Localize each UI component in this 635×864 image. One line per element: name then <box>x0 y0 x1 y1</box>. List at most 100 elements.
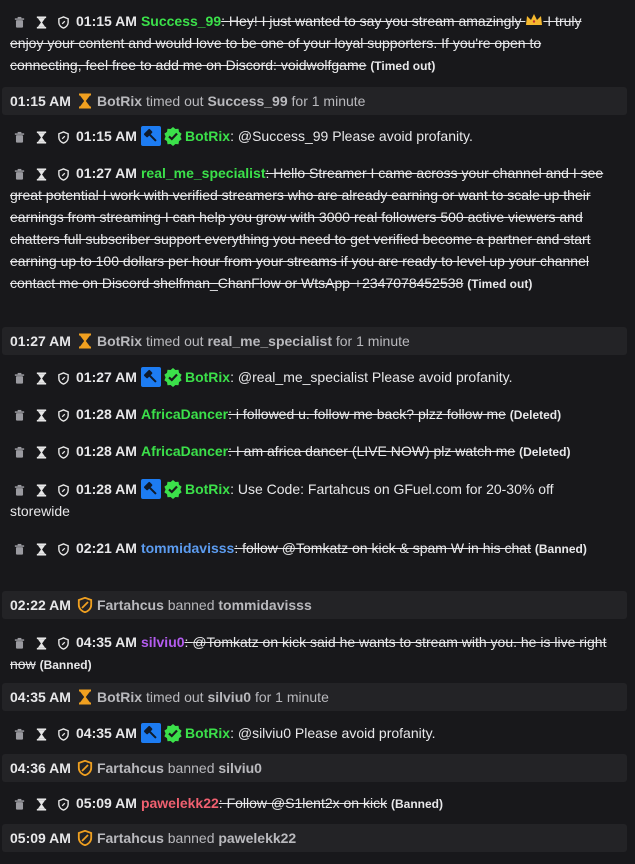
event-actor[interactable]: BotRix <box>97 333 142 349</box>
message-text: @Success_99 Please avoid profanity. <box>237 128 473 144</box>
event-target[interactable]: pawelekk22 <box>218 830 296 846</box>
message-time: 01:27 AM <box>76 165 137 181</box>
shield-icon[interactable] <box>54 131 72 144</box>
mod-event-row: 01:15 AM BotRix timed out Success_99 for … <box>2 87 627 115</box>
hourglass-icon[interactable] <box>32 446 50 459</box>
mod-event-row: 01:27 AM BotRix timed out real_me_special… <box>2 327 627 355</box>
message-text: : Follow @S1lent2x on kick <box>218 795 388 811</box>
event-action: timed out <box>145 333 204 349</box>
moderator-badge-icon <box>141 479 161 499</box>
username[interactable]: AfricaDancer <box>141 443 228 459</box>
event-time: 01:27 AM <box>10 333 71 349</box>
event-target[interactable]: real_me_specialist <box>207 333 332 349</box>
verified-badge-icon <box>163 367 183 387</box>
trash-icon[interactable] <box>10 372 28 385</box>
chat-log: 01:15 AM Success_99: Hey! I just wanted t… <box>0 0 635 864</box>
timeout-icon <box>77 93 93 109</box>
trash-icon[interactable] <box>10 16 28 29</box>
shield-icon[interactable] <box>54 543 72 556</box>
trash-icon[interactable] <box>10 131 28 144</box>
event-actor[interactable]: Fartahcus <box>97 830 164 846</box>
trash-icon[interactable] <box>10 168 28 181</box>
mod-event-row: 05:09 AM Fartahcus banned pawelekk22 <box>2 824 627 852</box>
username[interactable]: BotRix <box>185 725 230 741</box>
event-target[interactable]: silviu0 <box>207 689 251 705</box>
trash-icon[interactable] <box>10 728 28 741</box>
hourglass-icon[interactable] <box>32 728 50 741</box>
moderation-tag: (Banned) <box>534 542 587 556</box>
event-action: timed out <box>145 93 204 109</box>
hourglass-icon[interactable] <box>32 484 50 497</box>
timeout-icon <box>77 689 93 705</box>
moderation-tag: (Banned) <box>390 797 443 811</box>
hourglass-icon[interactable] <box>32 543 50 556</box>
hourglass-icon[interactable] <box>32 637 50 650</box>
event-actor[interactable]: BotRix <box>97 689 142 705</box>
event-target[interactable]: tommidavisss <box>218 597 311 613</box>
hourglass-icon[interactable] <box>32 798 50 811</box>
shield-icon[interactable] <box>54 372 72 385</box>
hourglass-icon[interactable] <box>32 168 50 181</box>
mod-event-row: 02:22 AM Fartahcus banned tommidavisss <box>2 591 627 619</box>
username[interactable]: pawelekk22 <box>141 795 219 811</box>
event-actor[interactable]: Fartahcus <box>97 760 164 776</box>
chat-message: 01:15 AM BotRix: @Success_99 Please avoid… <box>10 125 612 147</box>
message-text: @silviu0 Please avoid profanity. <box>237 725 436 741</box>
message-time: 02:21 AM <box>76 540 137 556</box>
message-text: @real_me_specialist Please avoid profani… <box>237 369 513 385</box>
username[interactable]: real_me_specialist <box>141 165 266 181</box>
message-time: 01:27 AM <box>76 369 137 385</box>
shield-icon[interactable] <box>54 728 72 741</box>
verified-badge-icon <box>163 126 183 146</box>
chat-message: 01:27 AM BotRix: @real_me_specialist Plea… <box>10 366 612 388</box>
hourglass-icon[interactable] <box>32 372 50 385</box>
event-target[interactable]: Success_99 <box>207 93 287 109</box>
shield-icon[interactable] <box>54 16 72 29</box>
shield-icon[interactable] <box>54 484 72 497</box>
event-time: 01:15 AM <box>10 93 71 109</box>
event-time: 02:22 AM <box>10 597 71 613</box>
mod-event-row: 04:35 AM BotRix timed out silviu0 for 1 m… <box>2 683 627 711</box>
ban-icon <box>77 830 93 846</box>
trash-icon[interactable] <box>10 446 28 459</box>
chat-message: 04:35 AM BotRix: @silviu0 Please avoid pr… <box>10 722 612 744</box>
event-target[interactable]: silviu0 <box>218 760 262 776</box>
trash-icon[interactable] <box>10 409 28 422</box>
hourglass-icon[interactable] <box>32 131 50 144</box>
username[interactable]: BotRix <box>185 369 230 385</box>
username[interactable]: BotRix <box>185 481 230 497</box>
message-time: 04:35 AM <box>76 634 137 650</box>
verified-badge-icon <box>163 479 183 499</box>
hourglass-icon[interactable] <box>32 16 50 29</box>
username[interactable]: Success_99 <box>141 13 221 29</box>
trash-icon[interactable] <box>10 637 28 650</box>
moderation-tag: (Timed out) <box>467 277 533 291</box>
shield-icon[interactable] <box>54 409 72 422</box>
moderation-tag: (Deleted) <box>509 408 562 422</box>
event-action: timed out <box>145 689 204 705</box>
username[interactable]: AfricaDancer <box>141 406 228 422</box>
trash-icon[interactable] <box>10 543 28 556</box>
event-actor[interactable]: BotRix <box>97 93 142 109</box>
shield-icon[interactable] <box>54 446 72 459</box>
username[interactable]: tommidavisss <box>141 540 234 556</box>
message-time: 01:15 AM <box>76 128 137 144</box>
mod-event-row: 04:36 AM Fartahcus banned silviu0 <box>2 754 627 782</box>
event-action: banned <box>167 760 215 776</box>
moderator-badge-icon <box>141 367 161 387</box>
username[interactable]: BotRix <box>185 128 230 144</box>
chat-message: 01:27 AM real_me_specialist: Hello Stream… <box>10 162 612 295</box>
shield-icon[interactable] <box>54 637 72 650</box>
shield-icon[interactable] <box>54 798 72 811</box>
event-action: banned <box>167 597 215 613</box>
event-time: 04:35 AM <box>10 689 71 705</box>
trash-icon[interactable] <box>10 484 28 497</box>
event-duration: for 1 minute <box>291 93 366 109</box>
message-time: 01:28 AM <box>76 406 137 422</box>
hourglass-icon[interactable] <box>32 409 50 422</box>
username[interactable]: silviu0 <box>141 634 185 650</box>
chat-message: 01:28 AM BotRix: Use Code: Fartahcus on G… <box>10 479 554 519</box>
shield-icon[interactable] <box>54 168 72 181</box>
event-actor[interactable]: Fartahcus <box>97 597 164 613</box>
trash-icon[interactable] <box>10 798 28 811</box>
